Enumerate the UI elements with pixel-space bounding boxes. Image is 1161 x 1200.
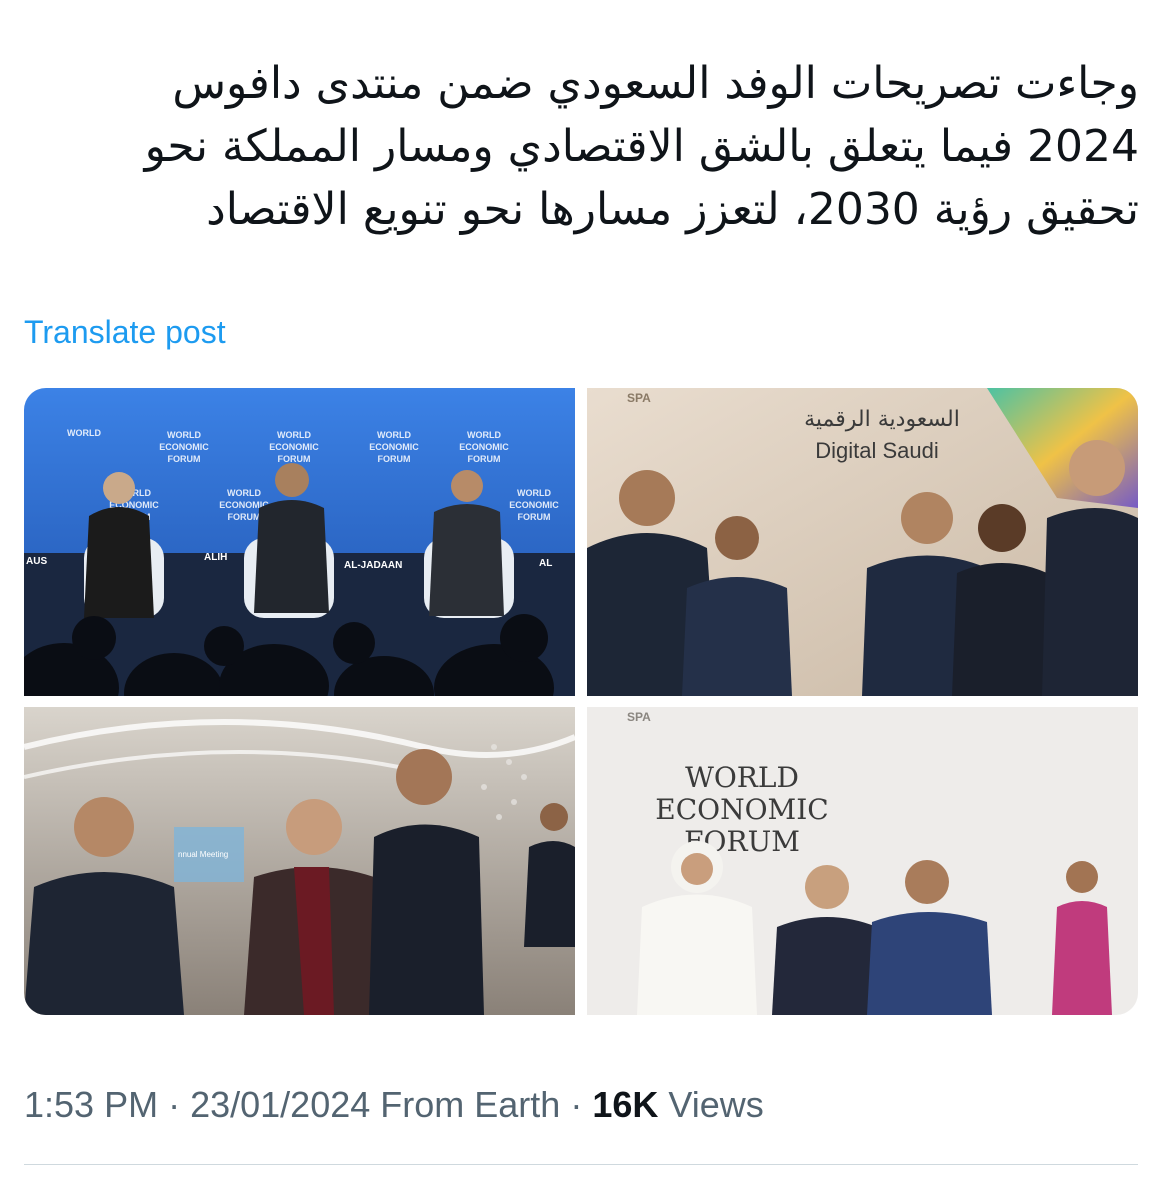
views-count[interactable]: 16K (592, 1084, 658, 1125)
wef-logo-text: FORUM (278, 454, 311, 464)
wef-logo-text: ECONOMIC (159, 442, 209, 452)
translate-post-link[interactable]: Translate post (24, 314, 226, 351)
photo-digital-saudi[interactable]: SPA السعودية الرقمية Digital Saudi (587, 388, 1138, 696)
wef-logo-text: WORLD (277, 430, 311, 440)
wef-logo-text: FORUM (518, 512, 551, 522)
wef-logo-text: WORLD (227, 488, 261, 498)
spa-watermark: SPA (627, 391, 651, 405)
wef-wall-text: ECONOMIC (655, 793, 828, 826)
wef-logo-text: ECONOMIC (369, 442, 419, 452)
photo-wef-seated-image: SPA WORLD ECONOMIC FORUM (587, 707, 1138, 1015)
name-plate: AL-JADAAN (344, 560, 402, 571)
name-plate: AL (539, 558, 552, 569)
media-grid: WORLD WORLD WORLD WORLD WORLD ECONOMIC E… (24, 388, 1138, 1015)
post-meta: 1:53 PM · 23/01/2024 From Earth · 16K Vi… (24, 1084, 764, 1126)
photo-lounge[interactable]: nnual Meeting (24, 707, 575, 1015)
post-text-line: تحقيق رؤية 2030، لتعزز مسارها نحو تنويع … (206, 184, 1139, 235)
wef-logo-text: WORLD (517, 488, 551, 498)
post-text-line: 2024 فيما يتعلق بالشق الاقتصادي ومسار ال… (144, 121, 1139, 172)
name-plate: ALIH (204, 552, 227, 563)
wef-logo-text: ECONOMIC (509, 500, 559, 510)
photo-panel-discussion[interactable]: WORLD WORLD WORLD WORLD WORLD ECONOMIC E… (24, 388, 575, 696)
spa-watermark: SPA (627, 710, 651, 724)
wef-logo-text: WORLD (467, 430, 501, 440)
photo-wef-seated[interactable]: SPA WORLD ECONOMIC FORUM (587, 707, 1138, 1015)
wef-logo-text: FORUM (468, 454, 501, 464)
wef-logo-text: WORLD (377, 430, 411, 440)
post-date[interactable]: 23/01/2024 (190, 1084, 370, 1125)
views-label: Views (668, 1084, 764, 1125)
wef-logo-text: WORLD (167, 430, 201, 440)
photo-digital-saudi-image: SPA السعودية الرقمية Digital Saudi (587, 388, 1138, 696)
screen-text: nnual Meeting (178, 850, 228, 859)
wef-logo-text: WORLD (67, 428, 101, 438)
meta-separator: · (560, 1084, 593, 1125)
meta-separator: · (158, 1084, 191, 1125)
wef-logo-text: ECONOMIC (269, 442, 319, 452)
post-text-line: وجاءت تصريحات الوفد السعودي ضمن منتدى دا… (172, 58, 1139, 109)
name-plate: AUS (26, 556, 47, 567)
post-time[interactable]: 1:53 PM (24, 1084, 158, 1125)
post-source: From Earth (380, 1084, 561, 1125)
wef-wall-text: WORLD (685, 761, 799, 794)
post-text: وجاءت تصريحات الوفد السعودي ضمن منتدى دا… (19, 52, 1139, 241)
divider (24, 1164, 1138, 1165)
wef-logo-text: FORUM (378, 454, 411, 464)
photo-panel-discussion-image: WORLD WORLD WORLD WORLD WORLD ECONOMIC E… (24, 388, 575, 696)
sign-english: Digital Saudi (815, 438, 939, 463)
wef-logo-text: FORUM (168, 454, 201, 464)
wef-logo-text: ECONOMIC (459, 442, 509, 452)
photo-lounge-image: nnual Meeting (24, 707, 575, 1015)
wef-logo-text: FORUM (228, 512, 261, 522)
sign-arabic: السعودية الرقمية (804, 407, 960, 432)
